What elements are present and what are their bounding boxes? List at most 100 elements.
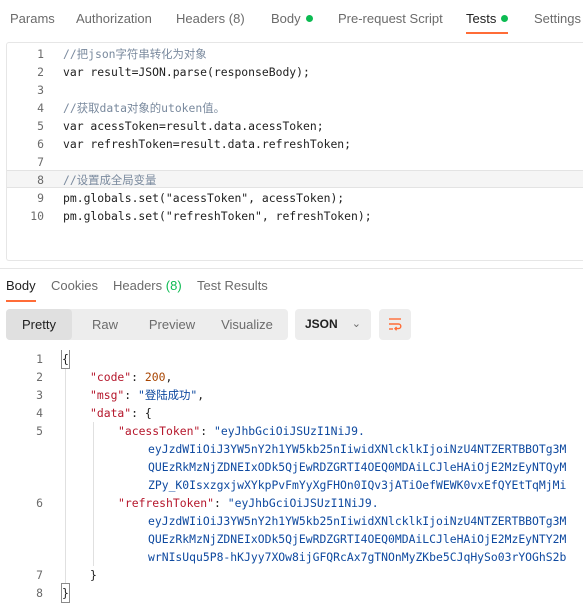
wrap-lines-icon (389, 318, 402, 331)
response-line-wrap: eyJzdWIiOiJ3YW5nY2h1YW5kb25nIiwidXNlcklk… (0, 440, 583, 458)
editor-line: 10 pm.globals.set("refreshToken", refresh… (7, 207, 583, 225)
tab-label: Authorization (76, 11, 152, 26)
body-status-dot-icon (305, 15, 313, 22)
json-value: "eyJhbGciOiJSUzI1NiJ9. (214, 424, 365, 438)
response-line: 6 "refreshToken": "eyJhbGciOiJSUzI1NiJ9. (0, 494, 583, 512)
code-text: //获取data对象的utoken值。 (63, 101, 226, 115)
open-brace: { (61, 350, 70, 369)
line-number: 10 (30, 209, 44, 223)
line-number: 7 (37, 155, 44, 169)
response-line: 8} (0, 583, 583, 603)
json-key: "refreshToken" (118, 496, 215, 510)
tab-pre-request-script[interactable]: Pre-request Script (338, 0, 443, 36)
chevron-down-icon: ⌄ (351, 318, 361, 330)
response-line-wrap: QUEzRkMzNjZDNEIxODk5QjEwRDZGRTI4OEQ0MDAi… (0, 530, 583, 548)
editor-line: 9 pm.globals.set("acessToken", acessToken… (7, 189, 583, 207)
response-tab-test-results[interactable]: Test Results (197, 278, 268, 293)
tests-status-dot-icon (501, 15, 509, 22)
editor-line: 7 (7, 153, 583, 171)
tab-label: Body (6, 278, 36, 293)
editor-line: 4 //获取data对象的utoken值。 (7, 99, 583, 117)
headers-count: (8) (228, 11, 245, 26)
line-number: 5 (36, 424, 43, 438)
editor-line: 6 var refreshToken=result.data.refreshTok… (7, 135, 583, 153)
response-line: 3 "msg": "登陆成功", (0, 386, 583, 404)
response-line-wrap: wrNIsUqu5P8-hKJyy7XOw8ijGFQRcAx7gTNOnMyZ… (0, 548, 583, 566)
tests-script-editor[interactable]: 1 //把json字符串转化为对象 2 var result=JSON.parse(… (6, 42, 583, 261)
response-tab-body[interactable]: Body (6, 278, 36, 302)
editor-line: 2 var result=JSON.parse(responseBody); (7, 63, 583, 81)
tab-authorization[interactable]: Authorization (76, 0, 152, 36)
tab-params[interactable]: Params (10, 0, 55, 36)
json-value: QUEzRkMzNjZDNEIxODk5QjEwRDZGRTI4OEQ0MDAi… (148, 460, 567, 474)
line-number: 2 (36, 370, 43, 384)
code-text: var result=JSON.parse(responseBody); (63, 65, 310, 79)
line-number: 1 (37, 47, 44, 61)
data-close-brace: } (90, 568, 97, 582)
data-open-brace: { (144, 406, 152, 420)
view-preview-button[interactable]: Preview (136, 309, 208, 340)
line-number: 4 (36, 406, 43, 420)
response-body-viewer[interactable]: 1{ 2 "code": 200, 3 "msg": "登陆成功", 4 "data"… (0, 350, 583, 609)
code-text: //设置成全局变量 (63, 173, 157, 187)
tab-label: Pre-request Script (338, 11, 443, 26)
json-value: QUEzRkMzNjZDNEIxODk5QjEwRDZGRTI4OEQ0MDAi… (148, 532, 567, 546)
response-line-wrap: eyJzdWIiOiJ3YW5nY2h1YW5kb25nIiwidXNlcklk… (0, 512, 583, 530)
line-number: 8 (36, 586, 43, 600)
close-brace: } (61, 583, 70, 603)
line-number: 7 (36, 568, 43, 582)
json-value: eyJzdWIiOiJ3YW5nY2h1YW5kb25nIiwidXNlcklk… (148, 442, 567, 456)
line-number: 6 (36, 496, 43, 510)
line-number: 8 (37, 173, 44, 187)
response-line: 1{ (0, 350, 583, 369)
json-key: "acessToken" (118, 424, 201, 438)
json-value: wrNIsUqu5P8-hKJyy7XOw8ijGFQRcAx7gTNOnMyZ… (148, 550, 567, 564)
response-tab-headers[interactable]: Headers (8) (113, 278, 182, 293)
json-key: "code" (90, 370, 132, 384)
format-select-value: JSON (305, 317, 338, 331)
json-value: 200 (144, 370, 166, 384)
line-number: 9 (37, 191, 44, 205)
editor-line-current: 8 //设置成全局变量 (7, 170, 583, 188)
tab-label: Headers (113, 278, 163, 293)
code-text: pm.globals.set("refreshToken", refreshTo… (63, 209, 372, 223)
tab-label: Body (271, 11, 301, 26)
response-line: 2 "code": 200, (0, 368, 583, 386)
view-raw-button[interactable]: Raw (76, 309, 134, 340)
line-number: 3 (36, 388, 43, 402)
wrap-lines-button[interactable] (379, 309, 411, 340)
response-toolbar: Pretty Raw Preview Visualize JSON ⌄ (0, 309, 583, 341)
response-line-wrap: ZPy_K0IsxzgxjwXYkpPvFmYyXgFHOn0IQv3jATiO… (0, 476, 583, 494)
view-visualize-button[interactable]: Visualize (210, 309, 284, 340)
editor-line: 5 var acessToken=result.data.acessToken; (7, 117, 583, 135)
format-select[interactable]: JSON ⌄ (295, 309, 371, 340)
tab-settings[interactable]: Settings (534, 0, 581, 36)
code-text: var acessToken=result.data.acessToken; (63, 119, 324, 133)
tab-headers[interactable]: Headers (8) (176, 0, 245, 36)
line-number: 3 (37, 83, 44, 97)
json-value: eyJzdWIiOiJ3YW5nY2h1YW5kb25nIiwidXNlcklk… (148, 514, 567, 528)
json-key: "data" (90, 406, 132, 420)
response-line: 7} (0, 566, 583, 584)
code-text: //把json字符串转化为对象 (63, 47, 207, 61)
tab-body[interactable]: Body (271, 0, 313, 36)
json-value: "eyJhbGciOiJSUzI1NiJ9. (227, 496, 379, 510)
json-key: "msg" (90, 388, 125, 402)
line-number: 1 (36, 352, 43, 366)
line-number: 4 (37, 101, 44, 115)
code-text: var refreshToken=result.data.refreshToke… (63, 137, 352, 151)
response-line-wrap: QUEzRkMzNjZDNEIxODk5QjEwRDZGRTI4OEQ0MDAi… (0, 458, 583, 476)
editor-line: 3 (7, 81, 583, 99)
tab-label: Settings (534, 11, 581, 26)
tab-tests[interactable]: Tests (466, 0, 509, 36)
json-value: "登陆成功" (138, 388, 198, 402)
headers-count: (8) (165, 278, 182, 293)
tab-label: Params (10, 11, 55, 26)
view-pretty-button[interactable]: Pretty (6, 309, 72, 340)
tab-label: Test Results (197, 278, 268, 293)
response-line: 4 "data": { (0, 404, 583, 422)
response-tab-cookies[interactable]: Cookies (51, 278, 98, 293)
code-text: pm.globals.set("acessToken", acessToken)… (63, 191, 345, 205)
editor-line: 1 //把json字符串转化为对象 (7, 45, 583, 63)
tab-label: Tests (466, 11, 497, 26)
